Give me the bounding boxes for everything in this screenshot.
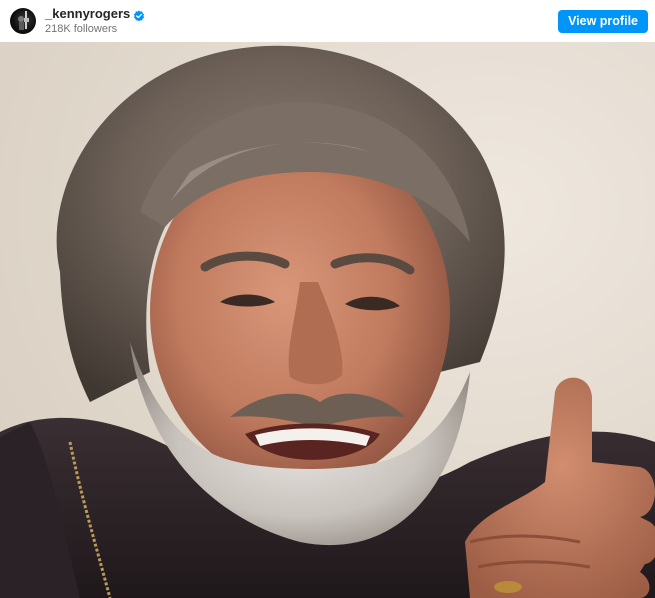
- user-info: _kennyrogers 218K followers: [45, 6, 145, 36]
- username-link[interactable]: _kennyrogers: [45, 6, 130, 22]
- post-photo[interactable]: [0, 42, 655, 598]
- verified-badge-icon: [133, 8, 145, 22]
- view-profile-button[interactable]: View profile: [558, 9, 648, 33]
- follower-count: 218K followers: [45, 22, 118, 35]
- instagram-embed: _kennyrogers 218K followers View profile: [0, 0, 655, 598]
- username-row: _kennyrogers: [45, 6, 145, 22]
- avatar-silhouette-icon: [18, 11, 29, 30]
- portrait-image: [0, 42, 655, 598]
- post-header: _kennyrogers 218K followers View profile: [0, 0, 655, 42]
- profile-avatar[interactable]: [10, 8, 36, 34]
